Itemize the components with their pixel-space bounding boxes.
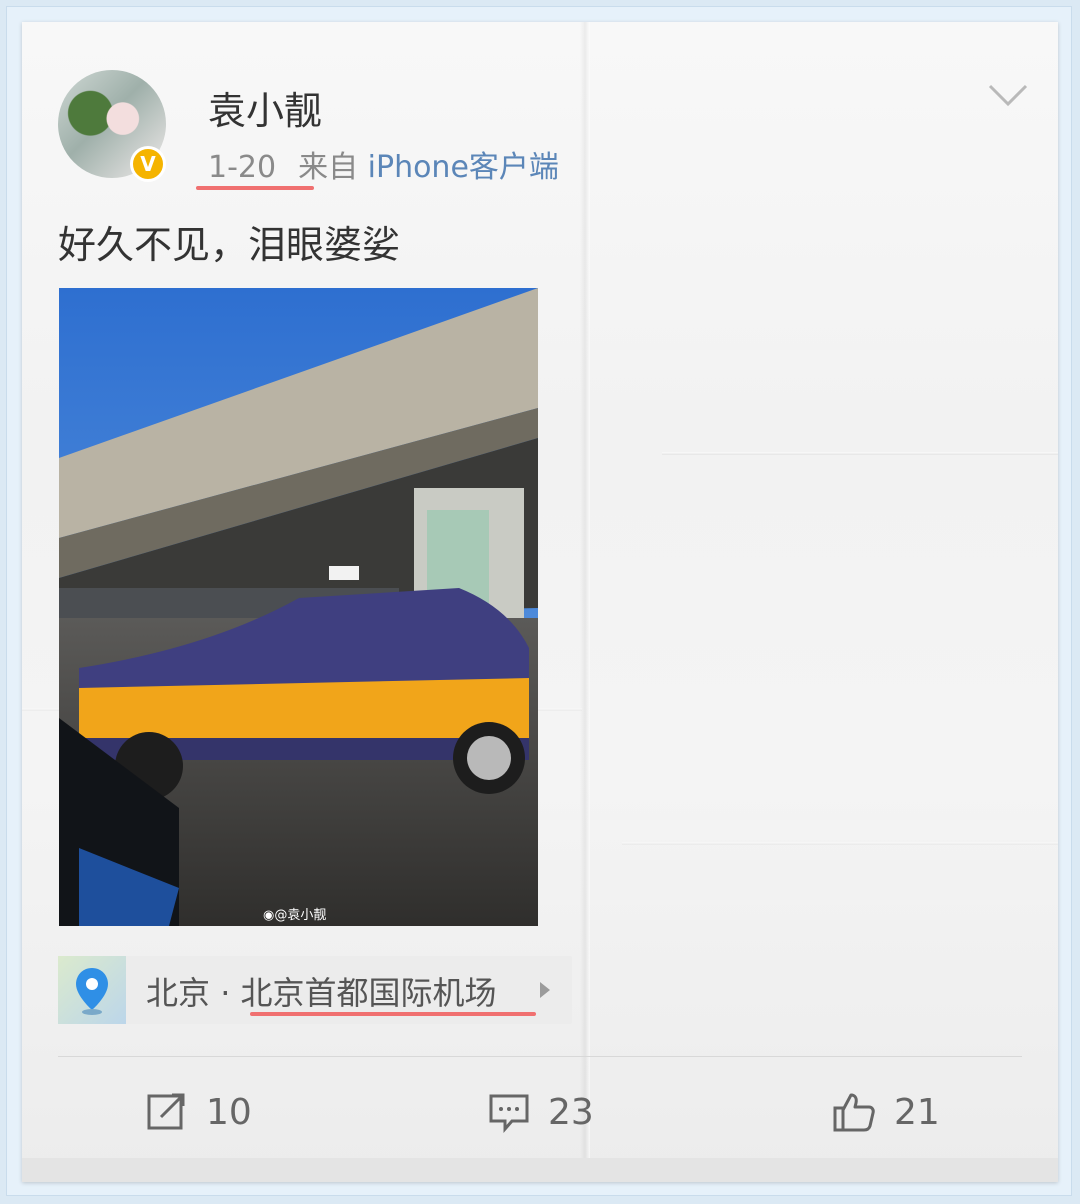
paper-fold xyxy=(580,22,590,1182)
like-icon xyxy=(833,1093,875,1132)
card-bottom-strip xyxy=(22,1158,1058,1182)
location-arrow-icon xyxy=(540,982,550,998)
source-link[interactable]: iPhone客户端 xyxy=(368,150,559,185)
post-date: 1-20 xyxy=(208,150,277,185)
comment-count: 23 xyxy=(548,1091,594,1133)
image-watermark: ◉@袁小靓 xyxy=(263,904,326,923)
comment-button[interactable]: 23 xyxy=(488,1086,594,1138)
comment-icon xyxy=(489,1094,529,1133)
post-image[interactable]: ◉@袁小靓 xyxy=(59,288,538,926)
repost-button[interactable]: 10 xyxy=(146,1086,252,1138)
repost-icon xyxy=(147,1093,185,1130)
chevron-down-icon[interactable] xyxy=(988,84,1028,108)
post-meta: 1-20 来自 iPhone客户端 xyxy=(208,142,559,186)
weibo-logo-icon: ◉ xyxy=(263,908,275,923)
repost-count: 10 xyxy=(206,1091,252,1133)
location-text: 北京 · 北京首都国际机场 xyxy=(146,968,497,1014)
username[interactable]: 袁小靓 xyxy=(208,80,322,135)
source-prefix: 来自 xyxy=(298,150,359,185)
location-separator: · xyxy=(210,974,241,1012)
location-city: 北京 xyxy=(146,974,211,1012)
date-annotation-underline xyxy=(196,186,314,190)
like-count: 21 xyxy=(894,1091,940,1133)
location-pin-icon xyxy=(58,956,126,1024)
verified-badge: V xyxy=(130,146,166,182)
weibo-post-card: V 袁小靓 1-20 来自 iPhone客户端 好久不见，泪眼婆娑 ◉@袁小靓 … xyxy=(22,22,1058,1182)
post-text: 好久不见，泪眼婆娑 xyxy=(58,223,401,267)
paper-crease xyxy=(662,452,1058,455)
location-annotation-underline xyxy=(250,1012,536,1016)
paper-crease xyxy=(622,842,1058,845)
like-button[interactable]: 21 xyxy=(832,1086,940,1138)
location-place: 北京首都国际机场 xyxy=(240,974,497,1012)
watermark-text: @袁小靓 xyxy=(274,908,327,923)
actions-divider xyxy=(58,1056,1022,1057)
